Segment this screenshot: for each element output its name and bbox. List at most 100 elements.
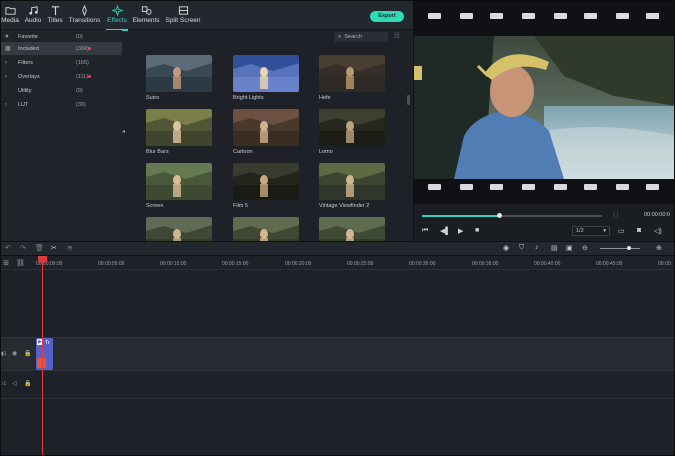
ruler-timestamp: 00:00:40:00 xyxy=(534,261,561,267)
text-icon xyxy=(51,6,59,16)
effect-label: Cartoon xyxy=(233,149,253,155)
preview-quality-select[interactable]: 1/2 ▾ xyxy=(572,226,610,236)
grid-icon: ▦ xyxy=(5,46,11,52)
sidebar-item-label: Overlays xyxy=(18,73,40,80)
sidebar-item-included[interactable]: ▦ Included (368) xyxy=(0,42,122,55)
audio-edit-icon[interactable]: ≋ xyxy=(67,244,73,252)
preview-panel: { } 00:00:00:0 ⏮ ◀▌ ▶ ■ 1/2 ▾ ▭ ◙ ◁) xyxy=(413,0,675,241)
step-back-icon[interactable]: ⏮ xyxy=(422,227,428,235)
cut-icon[interactable]: ✂ xyxy=(51,244,57,252)
snapshot-icon[interactable]: ◙ xyxy=(637,227,641,234)
effect-card[interactable]: Cartoon xyxy=(233,109,299,155)
sidebar-item-label: Favorite xyxy=(18,33,38,40)
tab-split-screen[interactable]: Split Screen xyxy=(165,2,201,28)
zoom-in-icon[interactable]: ⊕ xyxy=(656,244,662,252)
effect-card[interactable]: Hefe xyxy=(319,55,385,101)
stop-icon[interactable]: ■ xyxy=(475,227,479,234)
film-sprocket xyxy=(460,184,473,190)
tab-titles[interactable]: Titles xyxy=(46,2,64,28)
grid-view-icon[interactable]: ⁞⁞⁞ xyxy=(394,33,400,40)
sidebar-item-filters[interactable]: › Filters (165) xyxy=(0,56,122,69)
editor-window: { "toolbar": { "tabs": [ {"label": "Medi… xyxy=(0,0,675,456)
search-input[interactable]: ⌕ Search xyxy=(334,32,388,42)
marker-in-icon[interactable]: { } xyxy=(613,212,619,218)
search-icon: ⌕ xyxy=(338,33,342,40)
timeline-toolbar: ↶ ↷ 🗑 ✂ ≋ ◉ ⛉ ♪ ▤ ▣ ⊖ ⊕ xyxy=(0,241,675,256)
export-button[interactable]: Export xyxy=(370,11,404,22)
collapse-sidebar-icon[interactable]: ◂ xyxy=(122,128,125,135)
voiceover-icon[interactable]: ▤ xyxy=(551,244,558,252)
effect-card[interactable]: Screen xyxy=(146,163,212,209)
zoom-slider[interactable] xyxy=(600,248,640,249)
effect-label: Film 5 xyxy=(233,203,248,209)
timeline-playhead[interactable] xyxy=(42,257,43,456)
sidebar-item-lut[interactable]: › LUT (39) xyxy=(0,98,122,111)
quality-value: 1/2 xyxy=(576,228,584,234)
zoom-slider-handle[interactable] xyxy=(627,246,631,250)
audio-track[interactable]: ♪1 ◁ 🔒 xyxy=(0,373,675,399)
sidebar-item-count: (111) xyxy=(76,73,89,80)
effect-card[interactable]: Film 5 xyxy=(233,163,299,209)
lock-icon[interactable]: 🔒 xyxy=(24,380,58,387)
timeline-ruler[interactable]: ⊞ ⛓ 00:00:00:00 00:00:05:00 00:00:10:00 00:… xyxy=(0,256,675,270)
grid-scrollbar[interactable] xyxy=(407,95,410,105)
playback-scrubber-handle[interactable] xyxy=(497,213,503,218)
split-screen-icon xyxy=(178,6,188,15)
tab-elements[interactable]: Elements xyxy=(132,2,160,28)
delete-icon[interactable]: 🗑 xyxy=(35,244,44,252)
preview-video xyxy=(414,36,675,179)
tab-audio[interactable]: Audio xyxy=(23,2,43,28)
snap-icon[interactable]: ▣ xyxy=(566,244,573,252)
ruler-timestamp: 00:00:20:00 xyxy=(285,261,312,267)
effect-card[interactable] xyxy=(233,217,299,241)
new-badge-dot xyxy=(88,47,91,50)
prev-frame-icon[interactable]: ◀▌ xyxy=(440,227,450,235)
effect-card[interactable]: Lomo xyxy=(319,109,385,155)
tab-media[interactable]: Media xyxy=(1,2,19,28)
effect-card[interactable] xyxy=(146,217,212,241)
effect-label: Vintage Viewfinder 2 xyxy=(319,203,370,209)
chevron-down-icon: ▾ xyxy=(603,228,606,234)
effect-thumbnail xyxy=(319,163,385,200)
film-strip-top xyxy=(414,0,675,36)
tab-transitions[interactable]: Transitions xyxy=(69,2,100,28)
heart-icon: ♥ xyxy=(5,33,9,40)
effect-card[interactable] xyxy=(319,217,385,241)
undo-icon[interactable]: ↶ xyxy=(5,244,11,252)
sidebar-item-count: (165) xyxy=(76,59,89,66)
tab-titles-label: Titles xyxy=(47,17,63,24)
new-badge-dot xyxy=(88,75,91,78)
tab-effects[interactable]: Effects xyxy=(106,2,128,31)
effect-card[interactable]: Bright Lights xyxy=(233,55,299,101)
display-settings-icon[interactable]: ▭ xyxy=(618,227,625,235)
effect-card[interactable]: Sutro xyxy=(146,55,212,101)
search-placeholder: Search xyxy=(344,34,362,40)
redo-icon[interactable]: ↷ xyxy=(20,244,26,252)
effect-card[interactable]: Vintage Viewfinder 2 xyxy=(319,163,385,209)
sidebar-item-label: Utility xyxy=(18,87,32,94)
add-track-icon[interactable]: ⊞ xyxy=(3,259,9,267)
playback-progress-bar[interactable] xyxy=(422,213,602,218)
music-note-icon xyxy=(28,6,38,15)
zoom-out-icon[interactable]: ⊖ xyxy=(582,244,588,252)
sidebar-item-overlays[interactable]: › Overlays (111) xyxy=(0,70,122,83)
film-sprocket xyxy=(460,13,473,19)
ruler-timestamp: 00:00:45:00 xyxy=(596,261,623,267)
film-strip-bottom xyxy=(414,179,675,204)
effect-label: Bright Lights xyxy=(233,95,264,101)
link-icon[interactable]: ⛓ xyxy=(16,259,25,267)
folder-icon xyxy=(4,7,16,15)
video-clip[interactable]: ▶ Tr xyxy=(36,338,53,370)
render-icon[interactable]: ◉ xyxy=(503,244,509,252)
effect-card[interactable]: Blur Bars xyxy=(146,109,212,155)
ruler-timestamp: 00:00:30:00 xyxy=(409,261,436,267)
sidebar-item-utility[interactable]: Utility (9) xyxy=(0,84,122,97)
ruler-timestamp: 00:00:35:00 xyxy=(472,261,499,267)
shield-icon[interactable]: ⛉ xyxy=(519,244,524,252)
video-track[interactable]: ▮1 ◉ 🔒 xyxy=(0,337,675,371)
microphone-icon[interactable]: ♪ xyxy=(535,244,539,251)
volume-icon[interactable]: ◁) xyxy=(654,227,662,235)
sidebar-item-label: Filters xyxy=(18,59,33,66)
play-icon[interactable]: ▶ xyxy=(458,227,463,235)
film-sprocket xyxy=(522,13,535,19)
